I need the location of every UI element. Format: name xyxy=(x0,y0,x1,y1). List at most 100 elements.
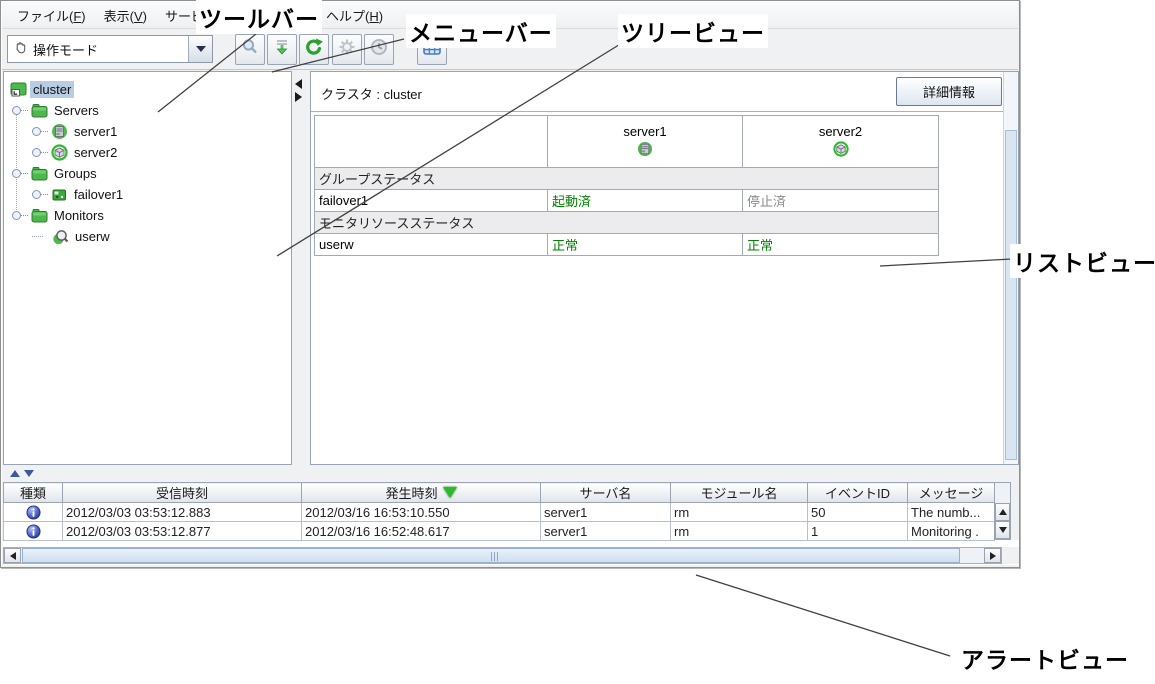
expand-handle-icon[interactable] xyxy=(12,169,21,178)
section-header: モニタリソースステータス xyxy=(315,212,939,234)
event-id: 1 xyxy=(808,522,908,541)
annotation-menubar: メニューバー xyxy=(406,14,556,48)
menu-help[interactable]: ヘルプ(H) xyxy=(317,3,392,28)
hand-icon xyxy=(13,40,28,58)
tree-item-userw[interactable]: userw xyxy=(4,226,291,247)
col-message[interactable]: メッセージ xyxy=(908,483,995,503)
tree-item-monitors[interactable]: Monitors xyxy=(4,205,291,226)
section-row-monitor-status: モニタリソースステータス xyxy=(315,212,939,234)
table-row-userw: userw 正常 正常 xyxy=(315,234,939,256)
module-name: rm xyxy=(671,522,808,541)
reload-button[interactable] xyxy=(299,34,329,65)
arrow-right-icon xyxy=(990,552,996,560)
server-online-icon xyxy=(637,141,653,160)
collapse-left-icon[interactable] xyxy=(295,79,302,89)
alert-row[interactable]: 2012/03/03 03:53:12.883 2012/03/16 16:53… xyxy=(4,503,995,522)
status-cell: 停止済 xyxy=(743,190,939,212)
monitors-folder-icon xyxy=(31,207,48,224)
list-view: クラスタ : cluster 詳細情報 server1 server2 xyxy=(310,71,1019,465)
col-server-name[interactable]: サーバ名 xyxy=(541,483,671,503)
cluster-title: クラスタ : cluster xyxy=(321,84,422,103)
col-module-name[interactable]: モジュール名 xyxy=(671,483,808,503)
expand-handle-icon[interactable] xyxy=(12,211,21,220)
col-type[interactable]: 種類 xyxy=(4,483,63,503)
alert-row[interactable]: 2012/03/03 03:53:12.877 2012/03/16 16:52… xyxy=(4,522,995,541)
status-table-corner-cell xyxy=(315,116,548,168)
status-cell: 正常 xyxy=(743,234,939,256)
server-cube-icon xyxy=(51,144,68,161)
search-button[interactable] xyxy=(235,34,265,65)
col-occurred-time[interactable]: 発生時刻 xyxy=(302,483,541,503)
status-col-server2: server2 xyxy=(743,116,939,168)
alert-vertical-scrollbar[interactable] xyxy=(994,482,1011,540)
time-clock-icon xyxy=(369,37,389,62)
col-event-id[interactable]: イベントID xyxy=(808,483,908,503)
scrollbar-thumb[interactable] xyxy=(1005,130,1017,460)
menu-view[interactable]: 表示(V) xyxy=(95,3,156,28)
resource-name: userw xyxy=(315,234,548,256)
detail-info-button[interactable]: 詳細情報 xyxy=(896,77,1002,106)
tree-item-label: Monitors xyxy=(51,207,107,224)
status-table: server1 server2 グループステータス failover1 起動済 … xyxy=(314,115,939,256)
module-name: rm xyxy=(671,503,808,522)
expand-handle-icon[interactable] xyxy=(32,190,41,199)
list-view-header: クラスタ : cluster 詳細情報 xyxy=(311,72,1018,112)
expand-handle-icon[interactable] xyxy=(32,148,41,157)
tree-item-groups[interactable]: Groups xyxy=(4,163,291,184)
alert-horizontal-scrollbar[interactable] xyxy=(3,547,1002,564)
tree-connector-stub xyxy=(32,236,43,237)
status-col-server1: server1 xyxy=(548,116,743,168)
expand-handle-icon[interactable] xyxy=(12,106,21,115)
tree-item-failover1[interactable]: failover1 xyxy=(4,184,291,205)
settings-gear-icon xyxy=(337,37,357,62)
arrow-down-icon xyxy=(999,527,1007,533)
servers-folder-icon xyxy=(31,102,48,119)
scroll-right-button[interactable] xyxy=(984,548,1001,563)
annotation-toolbar: ツールバー xyxy=(196,0,322,34)
table-row-failover1: failover1 起動済 停止済 xyxy=(315,190,939,212)
tree-item-server1[interactable]: server1 xyxy=(4,121,291,142)
server-name: server1 xyxy=(541,522,671,541)
expand-down-icon[interactable] xyxy=(24,470,34,477)
scroll-left-button[interactable] xyxy=(4,548,21,563)
split-divider-horizontal[interactable] xyxy=(3,467,1019,482)
arrow-up-icon xyxy=(999,509,1007,515)
mode-selector-dropdown-arrow[interactable] xyxy=(188,36,212,62)
tree-item-label: Groups xyxy=(51,165,100,182)
settings-button[interactable] xyxy=(332,34,362,65)
download-button[interactable] xyxy=(267,34,297,65)
expand-handle-icon[interactable] xyxy=(32,127,41,136)
scrollbar-thumb[interactable] xyxy=(22,548,960,563)
scroll-down-button[interactable] xyxy=(995,521,1010,539)
tree-item-label: cluster xyxy=(30,81,74,98)
collapse-right-icon[interactable] xyxy=(295,92,302,102)
reload-icon xyxy=(304,37,324,62)
server-name: server1 xyxy=(541,503,671,522)
tree-item-cluster[interactable]: cluster xyxy=(4,79,291,100)
failover-group-icon xyxy=(51,186,68,203)
server-cube-icon xyxy=(833,141,849,160)
section-header: グループステータス xyxy=(315,168,939,190)
split-divider-vertical[interactable] xyxy=(295,79,307,102)
info-icon xyxy=(26,505,41,520)
alert-header-row: 種類 受信時刻 発生時刻 サーバ名 モジュール名 イベントID メッセージ xyxy=(4,483,995,503)
alert-type-cell xyxy=(4,522,63,541)
resource-name: failover1 xyxy=(315,190,548,212)
mode-selector[interactable]: 操作モード xyxy=(7,35,213,63)
event-id: 50 xyxy=(808,503,908,522)
annotation-listview: リストビュー xyxy=(1010,244,1155,278)
expand-up-icon[interactable] xyxy=(10,470,20,477)
tree-item-server2[interactable]: server2 xyxy=(4,142,291,163)
scroll-up-button[interactable] xyxy=(995,503,1010,521)
alert-view: 種類 受信時刻 発生時刻 サーバ名 モジュール名 イベントID メッセージ 20… xyxy=(3,482,1019,565)
occurred-time: 2012/03/16 16:52:48.617 xyxy=(302,522,541,541)
tree-item-label: server1 xyxy=(71,123,120,140)
cluster-manager-window: ファイル(F) 表示(V) サービス(S) ツール(T) ヘルプ(H) 操作モー… xyxy=(0,0,1020,568)
col-received-time[interactable]: 受信時刻 xyxy=(63,483,302,503)
status-cell: 正常 xyxy=(548,234,743,256)
thumb-grip xyxy=(491,552,492,561)
download-icon xyxy=(272,37,292,62)
time-info-button[interactable] xyxy=(364,34,394,65)
tree-item-servers[interactable]: Servers xyxy=(4,100,291,121)
menu-file[interactable]: ファイル(F) xyxy=(8,3,95,28)
